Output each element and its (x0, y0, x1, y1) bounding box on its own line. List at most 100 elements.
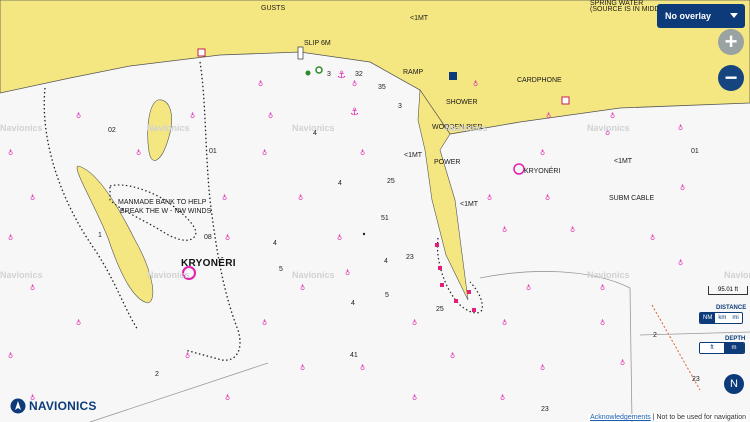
depth-sounding: 23 (692, 376, 700, 383)
map-label: CARDPHONE (517, 77, 562, 84)
svg-text:♁: ♁ (337, 234, 342, 242)
svg-text:♁: ♁ (680, 184, 685, 192)
overlay-select[interactable]: No overlay (657, 4, 745, 28)
map-label: BREAK THE W - NW WINDS (120, 208, 212, 215)
footer: Acknowledgements | Not to be used for na… (588, 414, 748, 421)
depth-sounding: 35 (378, 84, 386, 91)
svg-text:♁: ♁ (8, 352, 13, 360)
svg-text:♁: ♁ (222, 194, 227, 202)
watermark: Navionics (445, 123, 488, 133)
plus-icon: + (724, 29, 738, 54)
svg-text:♁: ♁ (300, 284, 305, 292)
svg-text:♁: ♁ (8, 234, 13, 242)
place-name-kryoneri: KRYONÉRI (181, 258, 236, 269)
compass-button[interactable]: N (724, 374, 744, 394)
navionics-logo-icon (10, 398, 26, 414)
depth-sounding: 2 (155, 371, 159, 378)
svg-text:♁: ♁ (545, 194, 550, 202)
svg-text:♁: ♁ (487, 194, 492, 202)
map-label: KRYONÉRI (524, 168, 561, 175)
svg-text:♁: ♁ (76, 112, 81, 120)
depth-sounding: 25 (436, 306, 444, 313)
svg-text:♁: ♁ (360, 364, 365, 372)
depth-sounding: 41 (350, 352, 358, 359)
depth-sounding: 32 (355, 71, 363, 78)
svg-text:♁: ♁ (136, 149, 141, 157)
map-label: SUBM CABLE (609, 195, 655, 202)
svg-text:♁: ♁ (412, 394, 417, 402)
svg-text:♁: ♁ (262, 149, 267, 157)
svg-text:♁: ♁ (540, 149, 545, 157)
depth-sounding: 3 (398, 103, 402, 110)
svg-text:♁: ♁ (500, 394, 505, 402)
compass-icon: N (730, 378, 738, 390)
map-label: MANMADE BANK TO HELP (118, 199, 207, 206)
map-label: <1MT (404, 152, 423, 159)
svg-text:♁: ♁ (300, 364, 305, 372)
depth-sounding: 23 (406, 254, 414, 261)
watermark: Navionics (0, 123, 43, 133)
svg-text:♁: ♁ (502, 226, 507, 234)
buoy-green (315, 66, 323, 74)
svg-text:♁: ♁ (8, 149, 13, 157)
svg-text:♁: ♁ (502, 319, 507, 327)
nautical-chart[interactable]: ♁ ♁ ♁ ♁ ♁ ♁ ♁ ♁♁ ♁ ♁ ♁ ♁ ♁♁ ♁ ♁ ♁ ♁ ♁♁ ♁ ♁ ♁ ♁ ♁♁ ♁ ♁♁ … (0, 0, 750, 422)
depth-sounding: 08 (204, 234, 212, 241)
depth-sounding: 2 (653, 332, 657, 339)
distance-unit-km[interactable]: km (715, 313, 730, 323)
svg-text:♁: ♁ (610, 112, 615, 120)
svg-text:♁: ♁ (600, 284, 605, 292)
depth-unit-m[interactable]: m (724, 343, 744, 353)
svg-text:♁: ♁ (76, 319, 81, 327)
depth-sounding: 1 (98, 232, 102, 239)
depth-unit-ft[interactable]: ft (700, 343, 724, 353)
depth-sounding: 4 (273, 240, 277, 247)
svg-text:♁: ♁ (262, 319, 267, 327)
scale-bar: 95.01 ft (708, 286, 748, 295)
svg-text:♁: ♁ (30, 284, 35, 292)
svg-text:♁: ♁ (678, 124, 683, 132)
svg-text:♁: ♁ (600, 319, 605, 327)
watermark: Navionics (587, 270, 630, 280)
map-label: GUSTS (261, 5, 286, 12)
map-label: <1MT (410, 15, 429, 22)
svg-text:♁: ♁ (678, 259, 683, 267)
wreck-dot (362, 232, 366, 236)
svg-text:♁: ♁ (473, 80, 478, 88)
zoom-out-button[interactable]: − (718, 65, 744, 91)
svg-text:♁: ♁ (526, 284, 531, 292)
svg-text:♁: ♁ (345, 269, 350, 277)
navigation-disclaimer: | Not to be used for navigation (652, 414, 746, 421)
svg-text:♁: ♁ (268, 112, 273, 120)
watermark: Navionics (147, 270, 190, 280)
minus-icon: − (724, 65, 738, 90)
map-label: <1MT (460, 201, 479, 208)
depth-sounding: 4 (338, 180, 342, 187)
anchor-icon-2: ⚓ (350, 107, 359, 118)
svg-text:♁: ♁ (570, 226, 575, 234)
acknowledgements-link[interactable]: Acknowledgements (590, 414, 651, 421)
harbour-office-marker (197, 48, 206, 57)
depth-sounding: 4 (384, 258, 388, 265)
depth-sounding: 01 (209, 148, 217, 155)
distance-unit-mi[interactable]: mi (729, 313, 742, 323)
svg-text:♁: ♁ (298, 194, 303, 202)
svg-text:♁: ♁ (412, 319, 417, 327)
depth-sounding: 23 (541, 406, 549, 413)
svg-text:♁: ♁ (225, 394, 230, 402)
depth-unit-toggle: ft m (699, 342, 745, 354)
depth-sounding: 5 (385, 292, 389, 299)
depth-sounding: 51 (381, 215, 389, 222)
watermark: Navionics (0, 270, 43, 280)
svg-text:♁: ♁ (30, 194, 35, 202)
navionics-logo-text: NAVIONICS (29, 399, 97, 413)
scale-label: 95.01 ft (717, 287, 738, 293)
map-label: RAMP (403, 69, 424, 76)
shower-marker (449, 72, 457, 80)
zoom-in-button[interactable]: + (718, 29, 744, 55)
distance-unit-nm[interactable]: NM (700, 313, 716, 323)
depth-sounding: 01 (691, 148, 699, 155)
depth-sounding: 02 (108, 127, 116, 134)
cardphone-marker (561, 96, 570, 105)
map-label: <1MT (614, 158, 633, 165)
